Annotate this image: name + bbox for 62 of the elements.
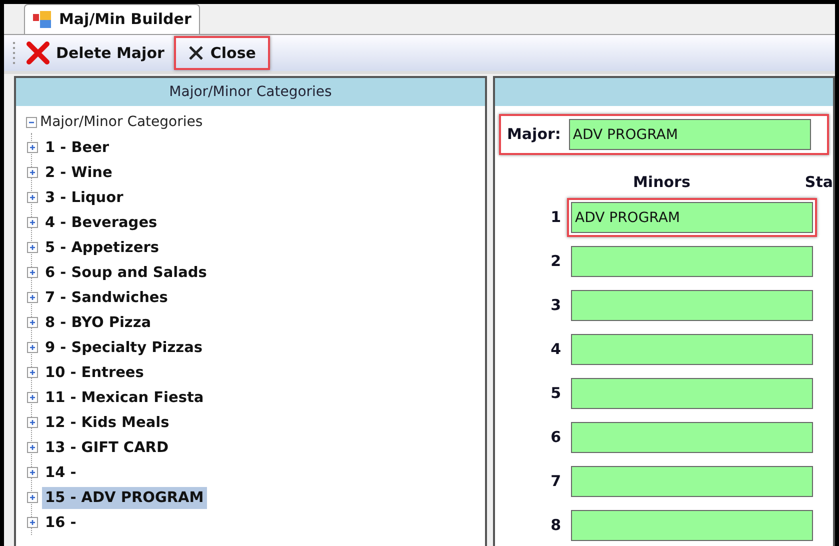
tree-root-label[interactable]: Major/Minor Categories — [40, 112, 203, 133]
tree-item[interactable]: 13 - GIFT CARD — [42, 436, 172, 458]
expand-icon[interactable] — [27, 167, 38, 178]
column-header: Minors — [633, 172, 690, 193]
tree-item[interactable]: 5 - Appetizers — [42, 236, 162, 258]
tree-item[interactable]: 14 - — [42, 462, 80, 484]
tree-item[interactable]: 10 - Entrees — [42, 362, 147, 384]
toolbar-grip-icon — [12, 41, 16, 65]
tree-item[interactable]: 7 - Sandwiches — [42, 286, 171, 308]
close-icon — [188, 45, 204, 61]
tree-item[interactable]: 16 - — [42, 512, 80, 534]
expand-icon[interactable] — [27, 392, 38, 403]
row-number: 5 — [550, 383, 562, 404]
expand-icon[interactable] — [27, 467, 38, 478]
expand-icon[interactable] — [27, 292, 38, 303]
tree-item[interactable]: 6 - Soup and Salads — [42, 262, 210, 284]
document-tab[interactable]: Maj/Min Builder — [24, 4, 200, 34]
expand-icon[interactable] — [27, 267, 38, 278]
expand-icon[interactable] — [27, 417, 38, 428]
row-number: 6 — [550, 427, 562, 448]
collapse-icon[interactable] — [26, 117, 37, 128]
tree-item[interactable]: 1 - Beer — [42, 136, 112, 158]
expand-icon[interactable] — [27, 517, 38, 528]
minor-field[interactable] — [571, 378, 813, 409]
major-field[interactable]: ADV PROGRAM — [568, 119, 811, 150]
expand-icon[interactable] — [27, 242, 38, 253]
minor-field[interactable] — [571, 334, 813, 365]
field-label: Major: — [507, 124, 561, 146]
tree-item[interactable]: 11 - Mexican Fiesta — [42, 386, 207, 408]
row-number: 4 — [550, 339, 562, 360]
expand-icon[interactable] — [27, 142, 38, 153]
delete-icon — [26, 41, 50, 65]
minor-field[interactable] — [571, 466, 813, 497]
minor-field[interactable] — [571, 290, 813, 321]
expand-icon[interactable] — [27, 217, 38, 228]
minor-field[interactable]: ADV PROGRAM — [571, 202, 813, 233]
row-number: 8 — [550, 515, 562, 536]
tree-item[interactable]: 9 - Specialty Pizzas — [42, 336, 206, 358]
expand-icon[interactable] — [27, 192, 38, 203]
tree-item[interactable]: 8 - BYO Pizza — [42, 312, 154, 334]
row-number: 1 — [550, 207, 562, 228]
column-header: Sta — [804, 172, 833, 193]
app-icon — [33, 10, 53, 28]
panel-header: Major/Minor Categories — [16, 78, 485, 106]
tree-item[interactable]: 3 - Liquor — [42, 186, 126, 208]
minor-field[interactable] — [571, 510, 813, 541]
row-number: 3 — [550, 295, 562, 316]
minor-field[interactable] — [571, 422, 813, 453]
expand-icon[interactable] — [27, 492, 38, 503]
minor-field[interactable] — [571, 246, 813, 277]
tree-item[interactable]: 12 - Kids Meals — [42, 412, 172, 434]
row-number: 7 — [550, 471, 562, 492]
expand-icon[interactable] — [27, 367, 38, 378]
tree-item[interactable]: 4 - Beverages — [42, 212, 160, 234]
expand-icon[interactable] — [27, 442, 38, 453]
close-button[interactable]: Close — [174, 36, 270, 70]
tree-item[interactable]: 2 - Wine — [42, 162, 116, 184]
tree-item[interactable]: 15 - ADV PROGRAM — [42, 486, 207, 508]
expand-icon[interactable] — [27, 342, 38, 353]
delete-button[interactable]: Delete Major — [18, 35, 172, 71]
expand-icon[interactable] — [27, 317, 38, 328]
row-number: 2 — [550, 251, 562, 272]
